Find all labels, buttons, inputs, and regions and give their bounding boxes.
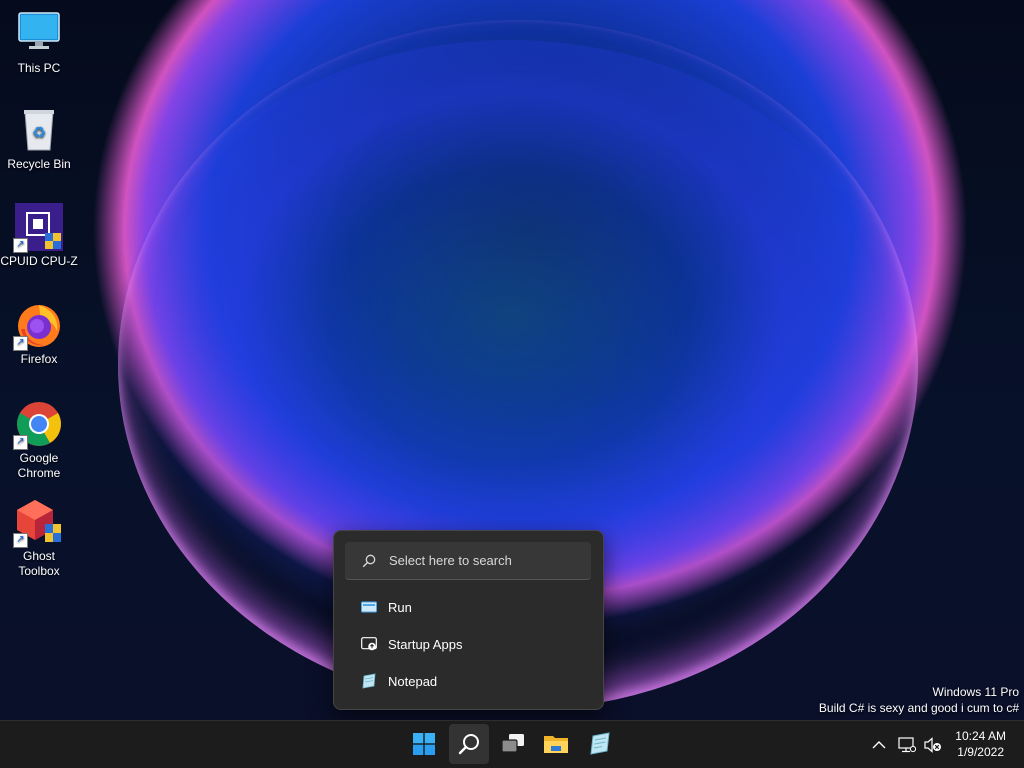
menu-item-notepad[interactable]: Notepad <box>342 664 595 698</box>
desktop-icon-label: Recycle Bin <box>7 157 71 171</box>
search-input[interactable]: Select here to search <box>345 542 591 580</box>
desktop-icon-recycle-bin[interactable]: ♻ Recycle Bin <box>0 106 78 172</box>
menu-item-label: Startup Apps <box>388 636 463 652</box>
search-icon <box>362 554 376 567</box>
shortcut-arrow-icon: ↗ <box>13 336 28 351</box>
desktop[interactable]: This PC ♻ Recycle Bin ↗ CPUID CPU-Z ↗ Fi… <box>0 0 1024 768</box>
desktop-icon-label: CPUID CPU-Z <box>0 254 78 268</box>
ghost-toolbox-icon: ↗ <box>13 498 63 548</box>
build-watermark: Windows 11 Pro Build C# is sexy and good… <box>819 684 1019 716</box>
this-pc-icon <box>15 10 63 58</box>
folder-icon <box>544 736 568 753</box>
svg-text:♻: ♻ <box>32 125 46 142</box>
notepad-icon <box>590 732 610 755</box>
menu-item-run[interactable]: Run <box>342 590 595 624</box>
chevron-up-icon <box>872 740 886 748</box>
shortcut-arrow-icon: ↗ <box>13 238 28 253</box>
show-hidden-icons-button[interactable] <box>868 721 890 768</box>
network-icon <box>898 736 916 752</box>
menu-item-label: Notepad <box>388 673 438 689</box>
desktop-icon-ghost-toolbox[interactable]: ↗ Ghost Toolbox <box>0 498 78 579</box>
desktop-icon-label: Google Chrome <box>17 451 61 480</box>
clock-time: 10:24 AM <box>955 729 1006 743</box>
file-explorer-button[interactable] <box>536 724 576 764</box>
chrome-icon: ↗ <box>13 400 63 450</box>
recycle-bin-icon: ♻ <box>15 106 63 154</box>
search-icon <box>458 734 479 755</box>
search-flyout: Select here to search Run Startup Apps N… <box>333 530 604 710</box>
shortcut-arrow-icon: ↗ <box>13 533 28 548</box>
desktop-icon-label: Ghost Toolbox <box>18 549 60 578</box>
startup-apps-icon <box>360 635 378 653</box>
watermark-build: Build C# is sexy and good i cum to c# <box>818 701 1019 715</box>
cpuz-icon: ↗ <box>13 203 63 253</box>
search-placeholder: Select here to search <box>389 553 512 568</box>
notepad-icon <box>360 672 378 690</box>
task-view-button[interactable] <box>493 724 533 764</box>
desktop-icon-this-pc[interactable]: This PC <box>0 10 78 76</box>
start-button[interactable] <box>404 724 444 764</box>
desktop-icon-cpuz[interactable]: ↗ CPUID CPU-Z <box>0 203 78 269</box>
desktop-icon-firefox[interactable]: ↗ Firefox <box>0 301 78 367</box>
desktop-icon-label: Firefox <box>20 352 58 366</box>
taskbar: 10:24 AM 1/9/2022 <box>0 720 1024 768</box>
search-button[interactable] <box>449 724 489 764</box>
firefox-icon: ↗ <box>13 301 63 351</box>
windows-logo-icon <box>413 733 435 755</box>
clock-date: 1/9/2022 <box>957 745 1004 759</box>
run-icon <box>360 598 378 616</box>
volume-button[interactable] <box>921 721 945 768</box>
volume-muted-icon <box>924 736 941 753</box>
network-button[interactable] <box>895 721 919 768</box>
menu-item-startup-apps[interactable]: Startup Apps <box>342 627 595 661</box>
notepad-taskbar-button[interactable] <box>580 724 620 764</box>
menu-item-label: Run <box>388 599 412 615</box>
watermark-edition: Windows 11 Pro <box>932 685 1019 699</box>
shortcut-arrow-icon: ↗ <box>13 435 28 450</box>
task-view-icon <box>501 734 524 753</box>
desktop-icon-chrome[interactable]: ↗ Google Chrome <box>0 400 78 481</box>
desktop-icon-label: This PC <box>17 61 61 75</box>
system-clock[interactable]: 10:24 AM 1/9/2022 <box>955 728 1006 760</box>
